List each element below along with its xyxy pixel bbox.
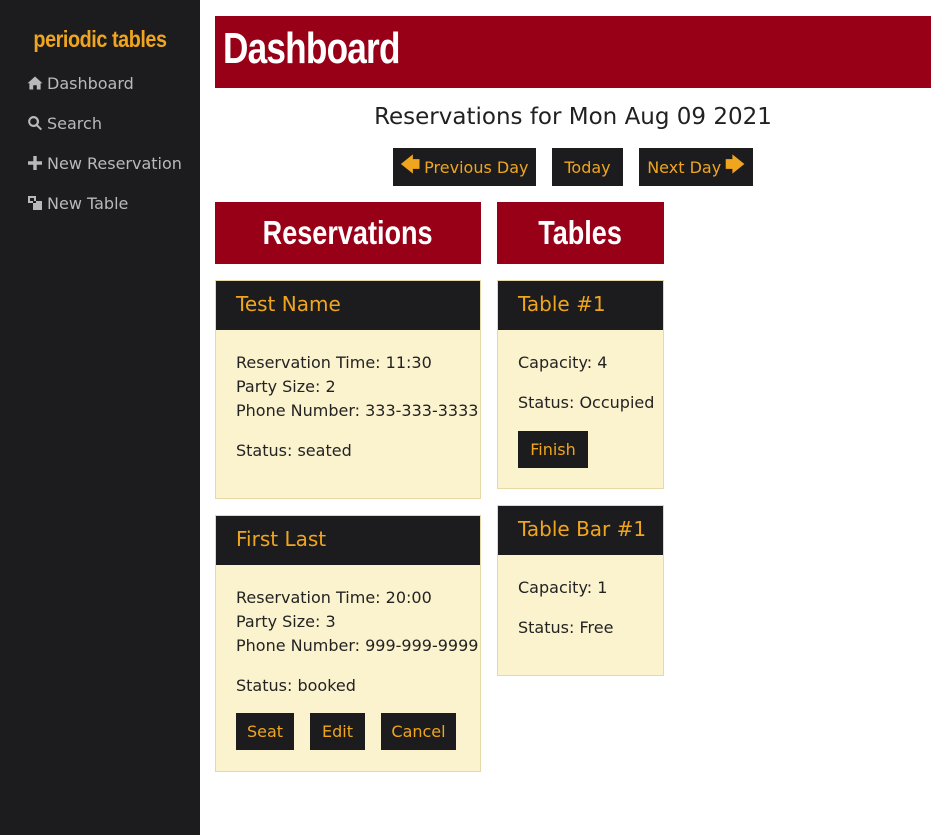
tables-heading: Tables	[538, 214, 623, 251]
reservation-time: Reservation Time: 11:30	[236, 353, 432, 372]
reservations-section-header: Reservations	[215, 202, 481, 264]
arrow-right-icon: 🡆	[725, 154, 745, 176]
seat-button[interactable]: Seat	[236, 713, 294, 750]
page-header: Dashboard	[215, 16, 931, 88]
brand-logo[interactable]: periodic tables	[14, 26, 186, 53]
phone-number: Phone Number: 333-333-3333	[236, 401, 479, 420]
table-card: Table #1 Capacity: 4 Status: Occupied Fi…	[497, 280, 664, 489]
table-card: Table Bar #1 Capacity: 1 Status: Free	[497, 505, 664, 676]
tables-icon	[26, 194, 44, 212]
arrow-left-icon: 🡄	[400, 154, 421, 176]
table-capacity: Capacity: 4	[518, 353, 608, 372]
table-name: Table Bar #1	[518, 517, 647, 541]
sidebar-item-label: New Table	[47, 193, 129, 213]
reservation-status: Status: booked	[236, 676, 356, 695]
sidebar-item-label: Search	[47, 113, 102, 133]
reservation-name: First Last	[236, 527, 327, 551]
edit-label: Edit	[322, 722, 353, 741]
finish-button[interactable]: Finish	[518, 431, 588, 468]
sidebar: periodic tables Dashboard Search New Res…	[0, 0, 200, 835]
next-day-label: Next Day	[647, 157, 722, 177]
reservation-card: Test Name Reservation Time: 11:30 Party …	[215, 280, 481, 499]
table-status: Status: Occupied	[518, 393, 655, 412]
today-label: Today	[564, 157, 611, 177]
party-size: Party Size: 3	[236, 612, 336, 631]
reservation-date-heading: Reservations for Mon Aug 09 2021	[374, 104, 772, 130]
next-day-button[interactable]: Next Day 🡆	[639, 148, 753, 186]
reservation-card-header: First Last	[216, 516, 480, 565]
table-card-header: Table Bar #1	[498, 506, 663, 555]
seat-label: Seat	[246, 722, 284, 741]
reservation-name: Test Name	[236, 292, 341, 316]
previous-day-button[interactable]: 🡄 Previous Day	[393, 148, 536, 186]
previous-day-label: Previous Day	[424, 157, 529, 177]
table-capacity: Capacity: 1	[518, 578, 608, 597]
home-icon	[26, 74, 44, 92]
reservation-card-header: Test Name	[216, 281, 480, 330]
finish-label: Finish	[530, 440, 576, 459]
sidebar-item-new-reservation[interactable]: New Reservation	[26, 151, 182, 175]
tables-section-header: Tables	[497, 202, 664, 264]
reservation-time: Reservation Time: 20:00	[236, 588, 432, 607]
sidebar-item-label: Dashboard	[47, 73, 134, 93]
today-button[interactable]: Today	[552, 148, 623, 186]
sidebar-item-label: New Reservation	[47, 153, 182, 173]
party-size: Party Size: 2	[236, 377, 336, 396]
plus-icon	[26, 154, 44, 172]
reservation-status: Status: seated	[236, 441, 352, 460]
phone-number: Phone Number: 999-999-9999	[236, 636, 479, 655]
cancel-label: Cancel	[391, 722, 446, 741]
sidebar-item-search[interactable]: Search	[26, 111, 102, 135]
table-name: Table #1	[518, 292, 606, 316]
reservation-card: First Last Reservation Time: 20:00 Party…	[215, 515, 481, 772]
sidebar-item-new-table[interactable]: New Table	[26, 191, 128, 215]
reservations-heading: Reservations	[263, 214, 433, 251]
search-icon	[26, 114, 44, 132]
cancel-button[interactable]: Cancel	[381, 713, 456, 750]
table-status: Status: Free	[518, 618, 614, 637]
edit-button[interactable]: Edit	[310, 713, 365, 750]
sidebar-item-dashboard[interactable]: Dashboard	[26, 71, 134, 95]
table-card-header: Table #1	[498, 281, 663, 330]
page-title: Dashboard	[223, 24, 400, 73]
